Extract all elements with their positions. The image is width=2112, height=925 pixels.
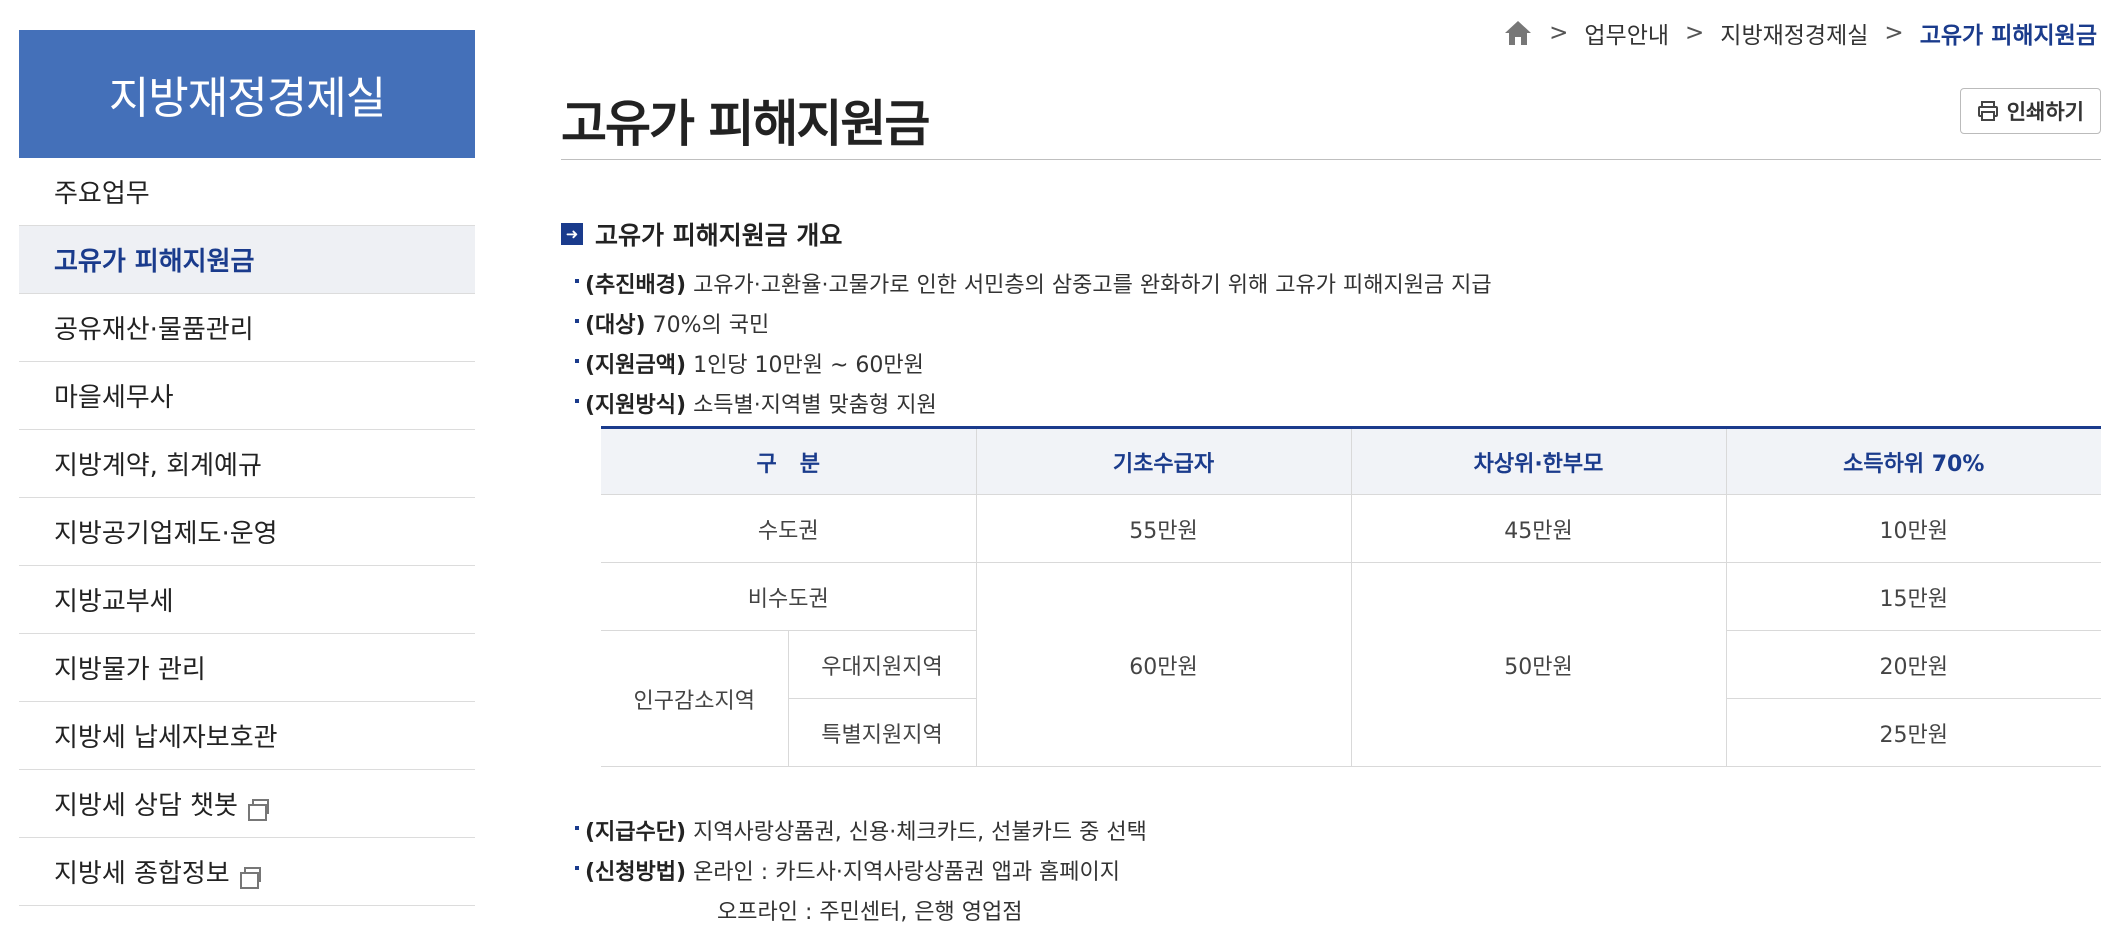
sidebar-item-local-price[interactable]: 지방물가 관리 [19,634,475,702]
table-header-low-income: 소득하위 70% [1725,427,2101,495]
sidebar-item-tax-info[interactable]: 지방세 종합정보 [19,838,475,906]
section-title: ➜ 고유가 피해지원금 개요 [561,216,842,252]
application-offline-line: 오프라인 : 주민센터, 은행 영업점 [717,900,1023,925]
bullet-method: (지원방식) 소득별·지역별 맞춤형 지원 [575,387,937,419]
table-header-row: 구 분 기초수급자 차상위·한부모 소득하위 70% [601,427,2101,495]
print-button-label: 인쇄하기 [2006,101,2084,124]
table-cell-value: 20만원 [1725,630,2101,699]
sidebar-item-label: 지방세 상담 챗봇 [54,791,238,821]
table-cell-region: 수도권 [601,494,977,563]
table-cell-value: 45만원 [1350,494,1727,563]
support-amount-table: 구 분 기초수급자 차상위·한부모 소득하위 70% 수도권 55만원 45만원… [601,426,2101,767]
table-row: 비수도권 60만원 50만원 15만원 [601,562,2101,767]
breadcrumb-item-current[interactable]: 고유가 피해지원금 [1920,16,2097,50]
breadcrumb-item-work-guide[interactable]: 업무안내 [1584,16,1669,50]
breadcrumb-separator: > [1884,20,1904,46]
home-icon[interactable] [1503,19,1533,47]
sidebar-title[interactable]: 지방재정경제실 [19,30,475,158]
table-cell-value: 60만원 [975,562,1352,767]
new-window-icon [247,799,269,821]
sidebar-item-taxpayer-protection[interactable]: 지방세 납세자보호관 [19,702,475,770]
breadcrumb: > 업무안내 > 지방재정경제실 > 고유가 피해지원금 [1503,16,2097,50]
breadcrumb-separator: > [1685,20,1705,46]
table-cell-subregion: 특별지원지역 [788,698,977,767]
section-title-text: 고유가 피해지원금 개요 [595,221,843,250]
sidebar-item-local-contract[interactable]: 지방계약, 회계예규 [19,430,475,498]
sidebar-item-public-property[interactable]: 공유재산·물품관리 [19,294,475,362]
bullet-application: (신청방법) 온라인 : 카드사·지역사랑상품권 앱과 홈페이지 [574,854,1120,886]
table-header-category: 구 분 [601,427,977,495]
table-cell-value: 25만원 [1725,698,2101,767]
sidebar-item-oil-support[interactable]: 고유가 피해지원금 [19,226,475,294]
arrow-right-icon: ➜ [561,223,583,245]
table-cell-value: 50만원 [1350,562,1727,767]
print-button[interactable]: 인쇄하기 [1959,88,2101,134]
bullet-payment: (지급수단) 지역사랑상품권, 신용·체크카드, 선불카드 중 선택 [575,814,1147,846]
table-cell-value: 55만원 [975,494,1352,563]
sidebar-item-main-work[interactable]: 주요업무 [19,158,475,226]
sidebar: 지방재정경제실 주요업무 고유가 피해지원금 공유재산·물품관리 마을세무사 지… [19,30,475,906]
sidebar-item-label: 지방세 종합정보 [54,859,230,889]
bullet-amount: (지원금액) 1인당 10만원 ~ 60만원 [575,347,924,379]
title-divider [561,159,2101,160]
sidebar-item-village-tax[interactable]: 마을세무사 [19,362,475,430]
breadcrumb-item-office[interactable]: 지방재정경제실 [1720,16,1868,50]
table-cell-region: 비수도권 [601,562,977,631]
sidebar-item-public-enterprise[interactable]: 지방공기업제도·운영 [19,498,475,566]
breadcrumb-separator: > [1549,20,1569,46]
table-header-basic: 기초수급자 [975,427,1352,495]
printer-icon [1977,101,1998,121]
sidebar-item-tax-chatbot[interactable]: 지방세 상담 챗봇 [19,770,475,838]
page-title: 고유가 피해지원금 [561,95,930,153]
table-header-near-poverty: 차상위·한부모 [1350,427,1727,495]
table-cell-value: 15만원 [1725,562,2101,631]
table-row: 수도권 55만원 45만원 10만원 [601,494,2101,563]
new-window-icon [239,867,261,889]
table-cell-subregion: 우대지원지역 [787,630,977,699]
table-cell-region: 인구감소지역 [601,630,789,767]
bullet-target: (대상) 70%의 국민 [574,307,769,339]
bullet-background: (추진배경) 고유가·고환율·고물가로 인한 서민층의 삼중고를 완화하기 위해… [575,267,1492,299]
table-cell-value: 10만원 [1725,494,2101,563]
sidebar-item-local-grant[interactable]: 지방교부세 [19,566,475,634]
